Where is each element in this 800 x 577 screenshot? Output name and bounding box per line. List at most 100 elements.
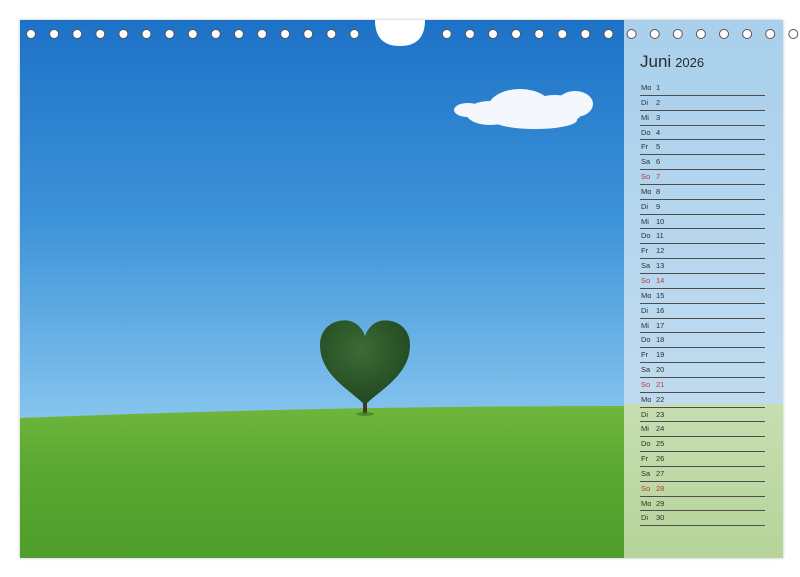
day-number: 2 <box>656 97 661 107</box>
day-row: So 14 <box>640 274 765 289</box>
weekday-label: Mo <box>641 394 652 404</box>
weekday-label: Fr <box>641 246 649 256</box>
day-row: Mo 8 <box>640 185 765 200</box>
day-number: 23 <box>656 409 665 419</box>
weekday-label: Sa <box>641 261 651 271</box>
day-number: 17 <box>656 320 665 330</box>
weekday-label: Fr <box>641 350 649 360</box>
weekday-label: Do <box>641 127 651 137</box>
day-number: 3 <box>656 112 661 122</box>
weekday-label: Mi <box>641 424 649 434</box>
day-number: 5 <box>656 142 661 152</box>
day-number: 14 <box>656 275 665 285</box>
day-row: Fr 12 <box>640 244 765 260</box>
day-row: Mo 22 <box>640 393 765 408</box>
day-row: Di 16 <box>640 304 765 319</box>
day-number: 25 <box>656 439 665 449</box>
day-row: So 21 <box>640 378 765 393</box>
weekday-label: Mo <box>641 498 652 508</box>
day-number: 21 <box>656 379 665 389</box>
day-row: Mi 3 <box>640 111 765 126</box>
weekday-label: Mo <box>641 186 652 196</box>
day-row: Di 23 <box>640 408 765 423</box>
weekday-label: So <box>641 483 651 493</box>
day-row: Fr 26 <box>640 452 765 467</box>
weekday-label: Sa <box>641 157 651 167</box>
day-row: Sa 6 <box>640 155 765 171</box>
weekday-label: Do <box>641 335 651 345</box>
day-number: 26 <box>656 454 665 464</box>
day-number: 15 <box>656 290 665 300</box>
day-row: Fr 5 <box>640 140 765 156</box>
day-row: Di 9 <box>640 200 765 215</box>
weekday-label: Mi <box>641 320 649 330</box>
grass-field <box>20 406 624 558</box>
day-row: Mi 10 <box>640 215 765 230</box>
day-row: Di 30 <box>640 511 765 527</box>
month-year: 2026 <box>675 55 705 70</box>
landscape-photo <box>20 20 624 558</box>
day-number: 29 <box>656 498 665 508</box>
weekday-label: So <box>641 172 651 182</box>
weekday-label: So <box>641 275 651 285</box>
day-number: 10 <box>656 216 665 226</box>
day-number: 4 <box>656 127 661 137</box>
day-row: Sa 20 <box>640 363 765 378</box>
weekday-label: Sa <box>641 468 651 478</box>
weekday-label: Mi <box>641 112 649 122</box>
weekday-label: Di <box>641 201 649 211</box>
day-row: Do 4 <box>640 126 765 141</box>
sky <box>20 20 624 420</box>
calendar-sidebar: Juni 2026 Mo 1 Di 2 Mi 3 Do 4 Fr 5 Sa 6 So 7 Mo 8 Di 9 Mi 10… <box>624 20 783 558</box>
day-number: 16 <box>656 305 665 315</box>
weekday-label: Fr <box>641 142 649 152</box>
day-row: Mo 29 <box>640 497 765 512</box>
day-number: 7 <box>656 172 661 182</box>
weekday-label: Mo <box>641 83 652 92</box>
weekday-label: Mi <box>641 216 649 226</box>
calendar-page: Juni 2026 Mo 1 Di 2 Mi 3 Do 4 Fr 5 Sa 6 So 7 Mo 8 Di 9 Mi 10… <box>20 20 783 558</box>
day-row: Do 11 <box>640 229 765 245</box>
day-row: Mo 15 <box>640 289 765 304</box>
day-row: So 7 <box>640 170 765 185</box>
day-number: 18 <box>656 335 665 345</box>
day-number: 13 <box>656 261 665 271</box>
day-number: 28 <box>656 483 665 493</box>
day-row: Sa 13 <box>640 259 765 274</box>
day-row: Mi 24 <box>640 422 765 438</box>
weekday-label: Di <box>641 97 649 107</box>
day-number: 22 <box>656 394 665 404</box>
weekday-label: Mo <box>641 290 652 300</box>
weekday-label: So <box>641 379 651 389</box>
day-number: 1 <box>656 83 661 92</box>
day-number: 20 <box>656 365 665 375</box>
day-row: Mi 17 <box>640 319 765 334</box>
day-row: Sa 27 <box>640 467 765 482</box>
day-row: Do 25 <box>640 437 765 453</box>
weekday-label: Fr <box>641 454 649 464</box>
day-number: 11 <box>656 231 664 241</box>
day-number: 12 <box>656 246 665 256</box>
day-number: 30 <box>656 513 665 523</box>
weekday-label: Di <box>641 513 649 523</box>
day-row: Fr 19 <box>640 348 765 364</box>
day-number: 19 <box>656 350 665 360</box>
weekday-label: Di <box>641 305 649 315</box>
weekday-label: Do <box>641 439 651 449</box>
weekday-label: Do <box>641 231 651 241</box>
day-number: 24 <box>656 424 665 434</box>
day-number: 8 <box>656 186 661 196</box>
day-row: Do 18 <box>640 333 765 349</box>
day-row: Di 2 <box>640 96 765 111</box>
day-number: 6 <box>656 157 661 167</box>
day-number: 27 <box>656 468 665 478</box>
weekday-label: Di <box>641 409 649 419</box>
day-number: 9 <box>656 201 661 211</box>
weekday-label: Sa <box>641 365 651 375</box>
day-list: Mo 1 Di 2 Mi 3 Do 4 Fr 5 Sa 6 So 7 Mo 8 Di 9 Mi 10 Do 11 Fr 12 S… <box>640 81 765 527</box>
month-title: Juni 2026 <box>640 52 704 72</box>
day-row: Mo 1 <box>640 81 765 96</box>
binding-hole <box>788 29 799 39</box>
day-row: So 28 <box>640 482 765 497</box>
month-name: Juni <box>640 52 672 71</box>
